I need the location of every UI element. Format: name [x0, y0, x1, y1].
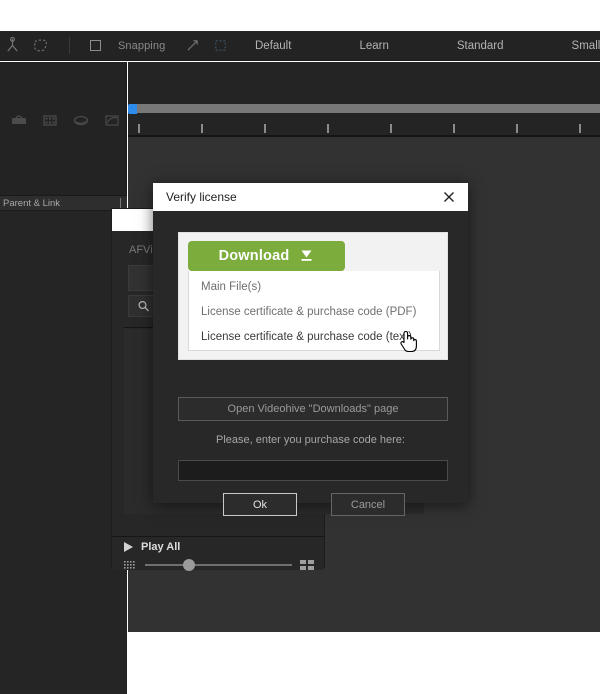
main-toolbar: Snapping Default Learn Standard Small Sc… [0, 31, 600, 61]
close-icon[interactable] [440, 188, 458, 206]
film-strip-icon[interactable] [41, 113, 59, 128]
dialog-title: Verify license [166, 190, 237, 204]
play-triangle-icon [124, 542, 133, 552]
application-window: Snapping Default Learn Standard Small Sc… [0, 0, 600, 694]
preview-footer: Play All [112, 536, 324, 571]
ok-button-label: Ok [252, 498, 268, 511]
open-downloads-page-button[interactable]: Open Videohive "Downloads" page [178, 397, 448, 421]
preview-slider-handle[interactable] [183, 559, 196, 571]
eraser-icon[interactable] [72, 113, 90, 128]
snapping-checkbox[interactable] [90, 40, 101, 51]
preview-slider-row [124, 559, 314, 571]
verify-license-dialog: Verify license Download Main File(s) Lic… [153, 183, 468, 516]
graph-editor-icon[interactable] [103, 113, 121, 128]
dialog-title-bar: Verify license [153, 183, 468, 211]
download-dropdown-list: Main File(s) License certificate & purch… [188, 271, 440, 351]
close-glyph [444, 192, 454, 202]
tab-default[interactable]: Default [243, 31, 303, 61]
top-white-strip [0, 0, 600, 31]
preview-slider[interactable] [145, 559, 292, 571]
download-arrow-icon [301, 250, 312, 261]
left-panel-icon-bar [0, 105, 127, 135]
magnifier-icon [138, 300, 149, 311]
play-all-label: Play All [141, 541, 181, 553]
download-button[interactable]: Download [188, 241, 345, 271]
play-all-control[interactable]: Play All [124, 541, 180, 553]
grid-dots-icon[interactable] [124, 560, 137, 570]
roto-brush-icon[interactable] [32, 37, 49, 54]
dropdown-item-license-pdf[interactable]: License certificate & purchase code (PDF… [189, 299, 439, 324]
workspace-tabs: Default Learn Standard Small Screen [195, 31, 600, 61]
download-button-label: Download [218, 248, 290, 264]
dropdown-item-main-files[interactable]: Main File(s) [189, 274, 439, 299]
cancel-button-label: Cancel [350, 498, 386, 511]
puppet-pin-icon[interactable] [4, 37, 21, 54]
snapping-label: Snapping [118, 39, 166, 52]
timeline-ruler-area [128, 62, 600, 135]
timeline-playhead[interactable] [128, 104, 137, 114]
dropdown-item-license-text[interactable]: License certificate & purchase code (tex… [189, 324, 439, 349]
timeline-ticks [132, 124, 600, 135]
left-panel-column: Parent & Link [0, 62, 127, 694]
purchase-code-label: Please, enter you purchase code here: [216, 434, 405, 446]
toolbar-separator [69, 37, 70, 54]
panel-white-tab [112, 209, 157, 231]
ok-button[interactable]: Ok [223, 493, 297, 516]
parent-link-label: Parent & Link [3, 197, 61, 209]
open-downloads-page-label: Open Videohive "Downloads" page [227, 403, 399, 415]
tab-standard[interactable]: Standard [445, 31, 516, 61]
parent-and-link-header: Parent & Link [0, 195, 127, 211]
left-panel-body [0, 211, 127, 694]
download-card: Download Main File(s) License certificat… [178, 232, 448, 360]
dialog-body: Download Main File(s) License certificat… [153, 211, 468, 516]
cancel-button[interactable]: Cancel [331, 493, 405, 516]
anchor-point-icon[interactable] [10, 113, 28, 128]
bars-icon[interactable] [300, 560, 314, 570]
panel-title: AFVi [129, 244, 153, 256]
tab-learn[interactable]: Learn [347, 31, 400, 61]
purchase-code-input[interactable] [178, 460, 448, 481]
timeline-work-area-bar[interactable] [132, 104, 600, 113]
tab-small-screen[interactable]: Small Screen [560, 31, 600, 61]
